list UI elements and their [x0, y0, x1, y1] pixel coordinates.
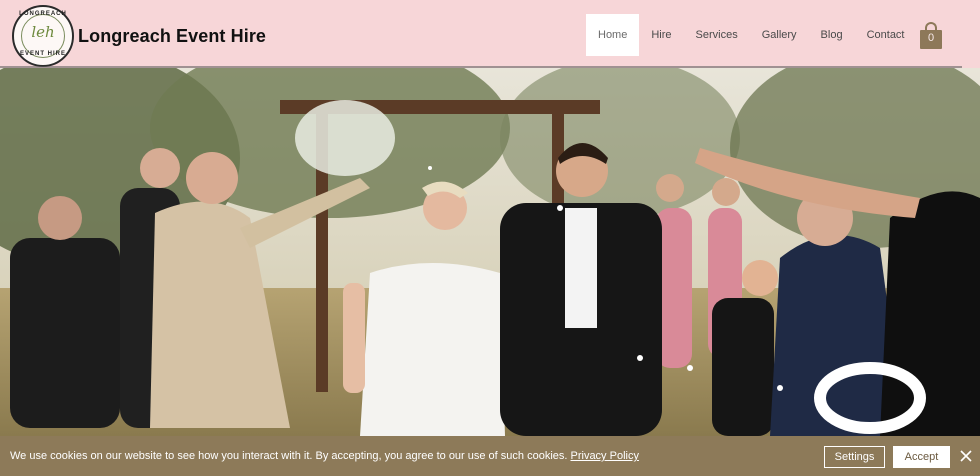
logo-monogram: leh	[31, 23, 55, 41]
site-header: LONGREACH leh EVENT HIRE Longreach Event…	[0, 0, 980, 68]
logo-ring-top-text: LONGREACH	[19, 11, 67, 17]
logo-ring-bottom-text: EVENT HIRE	[19, 51, 66, 57]
cookie-message: We use cookies on our website to see how…	[10, 450, 568, 462]
main-nav: Home Hire Services Gallery Blog Contact	[586, 14, 917, 56]
brand-logo[interactable]: LONGREACH leh EVENT HIRE	[12, 5, 74, 67]
nav-item-blog[interactable]: Blog	[809, 14, 855, 56]
cookie-message-line: We use cookies on our website to see how…	[10, 450, 639, 462]
cookie-settings-button[interactable]: Settings	[824, 446, 885, 468]
cookie-accept-button[interactable]: Accept	[893, 446, 950, 468]
nav-item-hire[interactable]: Hire	[639, 14, 683, 56]
nav-item-gallery[interactable]: Gallery	[750, 14, 809, 56]
close-icon[interactable]	[958, 448, 974, 464]
nav-item-services[interactable]: Services	[684, 14, 750, 56]
cart-count: 0	[927, 32, 935, 44]
wedding-photo	[0, 68, 980, 436]
hero-image	[0, 68, 980, 436]
cart-button[interactable]: 0	[920, 22, 942, 49]
nav-item-contact[interactable]: Contact	[855, 14, 917, 56]
privacy-policy-link[interactable]: Privacy Policy	[571, 450, 639, 462]
site-title[interactable]: Longreach Event Hire	[78, 26, 266, 47]
nav-item-home[interactable]: Home	[586, 14, 640, 56]
cookie-banner: We use cookies on our website to see how…	[0, 436, 980, 476]
